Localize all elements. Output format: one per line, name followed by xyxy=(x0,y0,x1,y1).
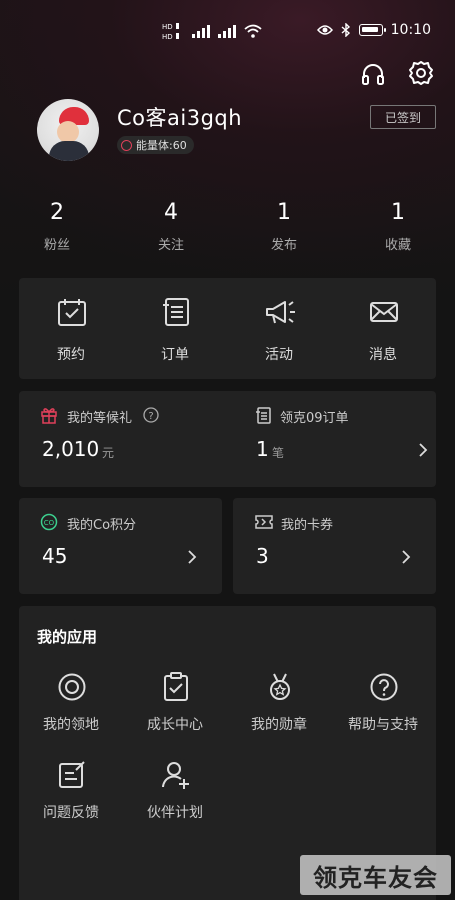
feedback-icon xyxy=(59,761,85,788)
calendar-check-icon xyxy=(58,299,86,326)
order-list-icon xyxy=(163,298,189,326)
points-title: 我的Co积分 xyxy=(67,518,137,533)
stat-value: 1 xyxy=(391,200,405,225)
watermark: 领克车友会 xyxy=(300,855,451,895)
app-label: 成长中心 xyxy=(147,717,203,733)
app-my-medals[interactable]: 我的勋章 xyxy=(227,672,331,752)
growth-clipboard-icon xyxy=(164,672,188,701)
stat-posts[interactable]: 1 发布 xyxy=(239,200,329,253)
energy-badge[interactable]: 能量体:60 xyxy=(117,136,194,154)
quick-action-messages[interactable]: 消息 xyxy=(331,278,435,379)
quick-action-label: 消息 xyxy=(369,347,397,363)
cellular-signal-icon xyxy=(192,25,210,38)
wifi-icon xyxy=(244,24,262,38)
app-partner-plan[interactable]: 伙伴计划 xyxy=(123,760,227,840)
order09-unit: 笔 xyxy=(272,446,285,460)
svg-text:HD: HD xyxy=(162,33,173,41)
order09-section[interactable]: 领克09订单 1 笔 xyxy=(235,391,436,487)
gift-section[interactable]: 我的等候礼 ? 2,010 元 xyxy=(19,391,227,487)
cellular-signal-2-icon xyxy=(218,25,236,38)
order-icon xyxy=(256,407,271,424)
app-label: 问题反馈 xyxy=(43,805,99,821)
coupons-card[interactable]: 我的卡券 3 xyxy=(233,498,436,594)
stat-value: 1 xyxy=(277,200,291,225)
quick-action-orders[interactable]: 订单 xyxy=(123,278,227,379)
chevron-right-icon xyxy=(419,443,428,457)
app-my-territory[interactable]: 我的领地 xyxy=(19,672,123,752)
avatar-body-shape xyxy=(49,141,89,161)
stat-following[interactable]: 4 关注 xyxy=(126,200,216,253)
energy-label: 能量体:60 xyxy=(136,139,187,152)
gift-title: 我的等候礼 xyxy=(67,411,133,426)
coupon-icon xyxy=(255,515,273,529)
app-label: 伙伴计划 xyxy=(147,805,203,821)
eye-icon xyxy=(316,25,333,35)
app-growth-center[interactable]: 成长中心 xyxy=(123,672,227,752)
chevron-right-icon xyxy=(402,550,411,564)
coupons-value: 3 xyxy=(256,544,269,568)
stat-value: 4 xyxy=(164,200,178,225)
quick-action-label: 活动 xyxy=(265,347,293,363)
svg-text:HD: HD xyxy=(162,23,173,31)
status-right: 10:10 xyxy=(316,22,431,38)
stat-label: 发布 xyxy=(270,238,297,253)
stat-favorites[interactable]: 1 收藏 xyxy=(353,200,443,253)
stat-fans[interactable]: 2 粉丝 xyxy=(12,200,102,253)
add-partner-icon xyxy=(162,762,189,789)
quick-action-booking[interactable]: 预约 xyxy=(19,278,123,379)
gift-unit: 元 xyxy=(102,446,115,460)
megaphone-icon xyxy=(266,301,295,324)
coupons-title: 我的卡券 xyxy=(281,518,334,533)
username: Co客ai3gqh xyxy=(117,106,243,130)
app-label: 我的勋章 xyxy=(251,717,307,733)
stats-row: 2 粉丝 4 关注 1 发布 1 收藏 xyxy=(0,200,455,260)
app-feedback[interactable]: 问题反馈 xyxy=(19,760,123,840)
status-bar: HD HD 10:10 xyxy=(0,18,455,48)
stat-label: 粉丝 xyxy=(43,238,70,253)
stat-label: 收藏 xyxy=(384,238,411,253)
gift-value: 2,010 xyxy=(42,437,100,461)
points-value: 45 xyxy=(42,544,68,568)
help-icon xyxy=(370,673,398,701)
gift-order-card: 我的等候礼 ? 2,010 元 领克09订单 1 笔 xyxy=(19,391,436,487)
order09-title: 领克09订单 xyxy=(280,411,349,426)
gear-icon[interactable] xyxy=(407,59,435,87)
signal-1-icon: HD HD xyxy=(162,23,179,41)
app-label: 帮助与支持 xyxy=(348,717,418,733)
gift-icon xyxy=(41,408,57,424)
avatar[interactable] xyxy=(37,99,99,161)
points-card[interactable]: CO 我的Co积分 45 xyxy=(19,498,222,594)
checkin-button[interactable]: 已签到 xyxy=(370,105,436,129)
headphones-icon[interactable] xyxy=(359,60,387,88)
quick-action-label: 预约 xyxy=(57,347,85,363)
app-help-support[interactable]: 帮助与支持 xyxy=(331,672,435,752)
svg-text:?: ? xyxy=(148,411,153,422)
co-points-icon: CO xyxy=(40,513,58,531)
quick-actions-card: 预约 订单 活动 消息 xyxy=(19,278,436,379)
quick-action-label: 订单 xyxy=(161,347,189,363)
app-label: 我的领地 xyxy=(43,717,99,733)
bluetooth-icon xyxy=(341,23,350,37)
svg-text:CO: CO xyxy=(44,519,55,527)
apps-title: 我的应用 xyxy=(37,628,98,646)
territory-icon xyxy=(58,673,86,701)
avatar-face-shape xyxy=(57,121,79,143)
mail-icon xyxy=(370,302,398,322)
medal-icon xyxy=(270,673,290,700)
energy-icon xyxy=(121,139,132,151)
question-icon[interactable]: ? xyxy=(143,407,159,423)
status-time: 10:10 xyxy=(390,22,431,38)
stat-value: 2 xyxy=(50,200,64,225)
chevron-right-icon xyxy=(188,550,197,564)
battery-icon xyxy=(358,24,386,36)
quick-action-events[interactable]: 活动 xyxy=(227,278,331,379)
stat-label: 关注 xyxy=(157,238,184,253)
order09-value: 1 xyxy=(256,437,269,461)
network-indicators: HD HD xyxy=(162,21,262,41)
